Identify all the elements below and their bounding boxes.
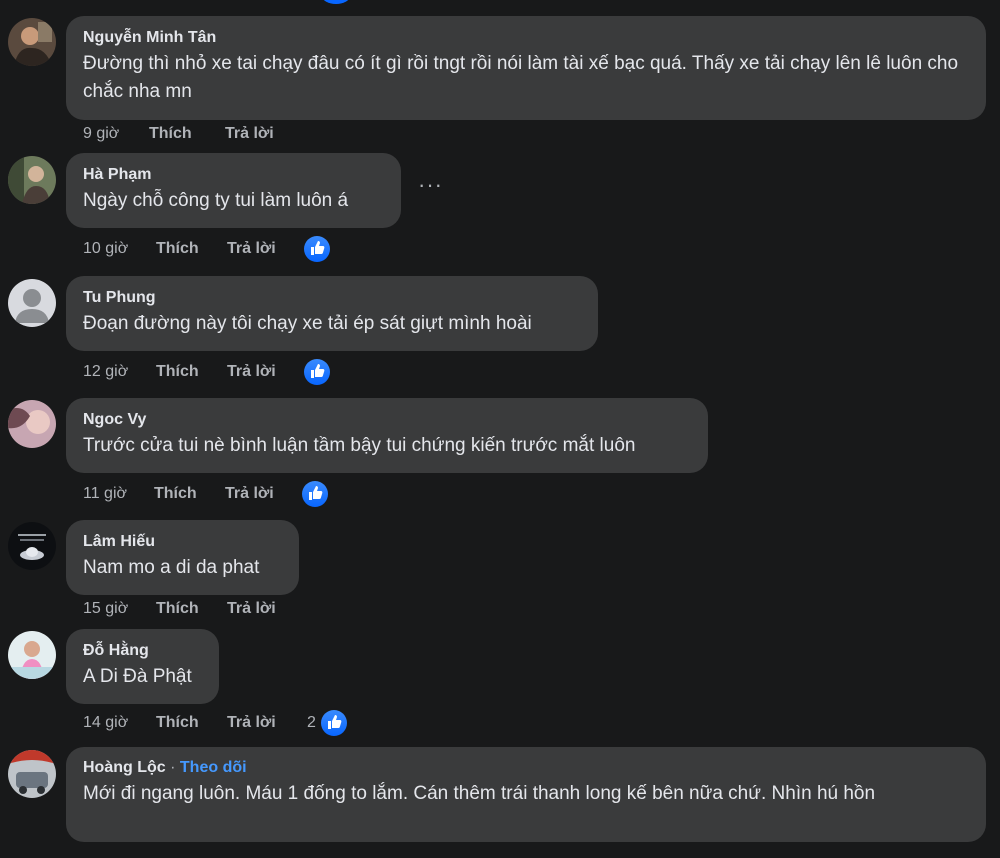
comment-author[interactable]: Hà Phạm (83, 165, 383, 185)
comment-actions: 15 giờ Thích Trả lời (83, 595, 299, 623)
comment-actions: 14 giờ Thích Trả lời 2 (83, 708, 349, 738)
comment-text: Trước cửa tui nè bình luận tầm bậy tui c… (83, 435, 636, 456)
comment-bubble: Hà Phạm Ngày chỗ công ty tui làm luôn á (66, 153, 401, 228)
comment-author[interactable]: Lâm Hiếu (83, 532, 281, 552)
like-button[interactable]: Thích (149, 120, 225, 148)
reply-button[interactable]: Trả lời (225, 480, 297, 508)
avatar[interactable] (8, 279, 56, 327)
comment-bubble: Hoàng Lộc · Theo dõi Mới đi ngang luôn. … (66, 747, 986, 842)
comment-actions: 11 giờ Thích Trả lời (83, 479, 330, 509)
comment-author[interactable]: Ngoc Vy (83, 410, 690, 430)
comment-bubble: Nguyễn Minh Tân Đường thì nhỏ xe tai chạ… (66, 16, 986, 120)
comment-time[interactable]: 15 giờ (83, 595, 156, 623)
avatar[interactable] (8, 631, 56, 679)
comment-text: Đoạn đường này tôi chạy xe tải ép sát gi… (83, 313, 532, 334)
avatar[interactable] (8, 750, 56, 798)
like-button[interactable]: Thích (156, 595, 227, 623)
avatar[interactable] (8, 18, 56, 66)
reply-button[interactable]: Trả lời (227, 709, 299, 737)
like-button[interactable]: Thích (156, 358, 227, 386)
comment-bubble: Lâm Hiếu Nam mo a di da phat (66, 520, 299, 595)
avatar[interactable] (8, 400, 56, 448)
separator-dot: · (170, 759, 176, 776)
comments-feed: Nguyễn Minh Tân Đường thì nhỏ xe tai chạ… (0, 0, 1000, 858)
comment-actions: 9 giờ Thích Trả lời (83, 120, 297, 148)
like-reaction-icon (322, 0, 350, 4)
follow-button[interactable]: Theo dõi (180, 759, 247, 776)
comment-bubble: Ngoc Vy Trước cửa tui nè bình luận tầm b… (66, 398, 708, 473)
avatar[interactable] (8, 156, 56, 204)
comment-time[interactable]: 14 giờ (83, 709, 156, 737)
thumbs-up-icon[interactable] (302, 234, 332, 264)
comment-text: Mới đi ngang luôn. Máu 1 đống to lắm. Cá… (83, 783, 876, 804)
more-options-icon[interactable]: ··· (418, 174, 442, 200)
reply-button[interactable]: Trả lời (225, 120, 297, 148)
comment-author[interactable]: Nguyễn Minh Tân (83, 28, 968, 48)
reply-button[interactable]: Trả lời (227, 235, 299, 263)
comment-actions: 10 giờ Thích Trả lời (83, 234, 332, 264)
comment-actions: 12 giờ Thích Trả lời (83, 357, 332, 387)
comment-author[interactable]: Hoàng Lộc (83, 759, 166, 776)
comment-bubble: Đỗ Hằng A Di Đà Phật (66, 629, 219, 704)
reply-button[interactable]: Trả lời (227, 595, 299, 623)
comment-time[interactable]: 10 giờ (83, 235, 156, 263)
comment-time[interactable]: 9 giờ (83, 120, 149, 148)
comment-author[interactable]: Tu Phung (83, 288, 580, 308)
reaction-count[interactable]: 2 (307, 709, 316, 737)
comment-time[interactable]: 12 giờ (83, 358, 156, 386)
comment-text: Đường thì nhỏ xe tai chạy đâu có ít gì r… (83, 53, 959, 102)
reply-button[interactable]: Trả lời (227, 358, 299, 386)
comment-text: Ngày chỗ công ty tui làm luôn á (83, 190, 349, 211)
like-button[interactable]: Thích (156, 709, 227, 737)
comment-bubble: Tu Phung Đoạn đường này tôi chạy xe tải … (66, 276, 598, 351)
thumbs-up-icon[interactable] (300, 479, 330, 509)
comment-author-row: Hoàng Lộc · Theo dõi (83, 758, 968, 778)
comment-text: A Di Đà Phật (83, 666, 192, 687)
avatar[interactable] (8, 522, 56, 570)
thumbs-up-icon[interactable] (319, 708, 349, 738)
comment-time[interactable]: 11 giờ (83, 480, 154, 508)
comment-text: Nam mo a di da phat (83, 557, 260, 578)
thumbs-up-icon[interactable] (302, 357, 332, 387)
comment-author[interactable]: Đỗ Hằng (83, 641, 201, 661)
like-button[interactable]: Thích (156, 235, 227, 263)
like-button[interactable]: Thích (154, 480, 225, 508)
